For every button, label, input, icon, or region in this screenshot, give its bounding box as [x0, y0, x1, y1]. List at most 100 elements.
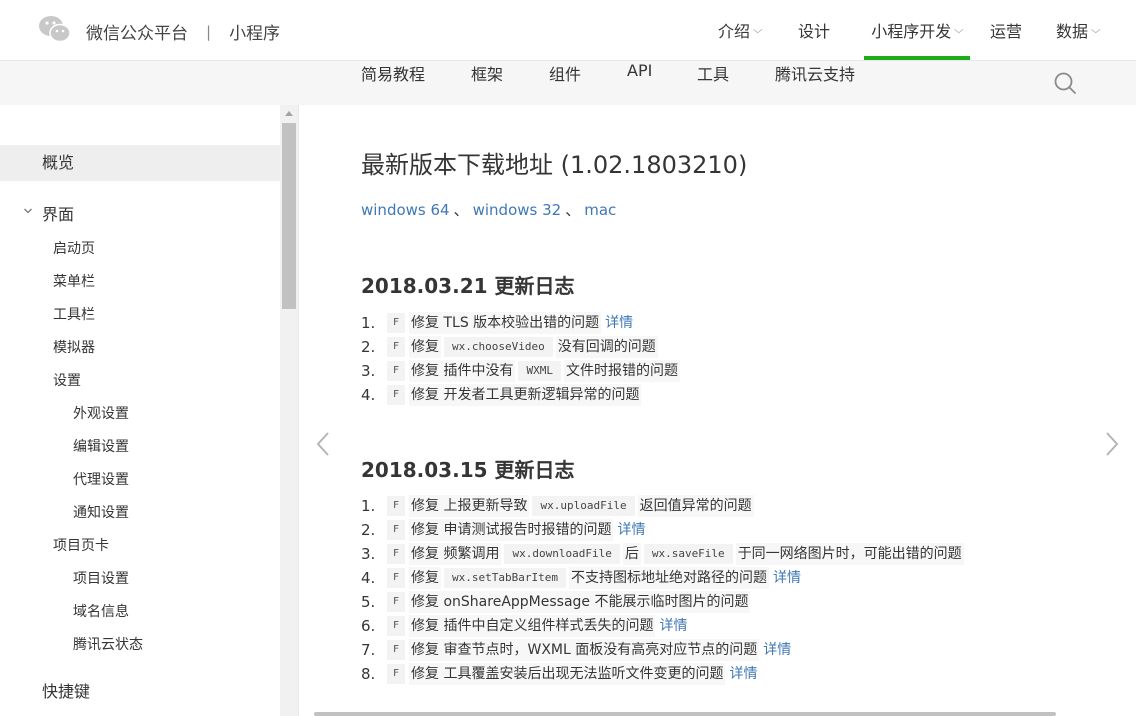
tab-api[interactable]: API: [627, 61, 652, 80]
entry-text: 修复 上报更新导致: [409, 495, 530, 517]
nav-item-label: 设计: [798, 22, 831, 41]
detail-link[interactable]: 详情: [617, 518, 645, 542]
tab-tools[interactable]: 工具: [697, 61, 729, 85]
entry-number: 3.: [361, 545, 376, 563]
fix-tag: F: [387, 544, 406, 564]
sidebar-item-editor[interactable]: 编辑设置: [73, 436, 129, 456]
fix-tag: F: [387, 496, 406, 516]
changelog-entry: 2. F 修复 wx.chooseVideo 没有回调的问题: [361, 335, 680, 359]
sidebar-item-project-settings[interactable]: 项目设置: [73, 568, 129, 588]
sidebar-item-domain-info[interactable]: 域名信息: [73, 601, 129, 621]
entry-number: 5.: [361, 593, 376, 611]
entry-number: 2.: [361, 338, 376, 356]
chevron-right-icon[interactable]: [1104, 431, 1120, 457]
page-title: 最新版本下载地址 (1.02.1803210): [361, 151, 748, 179]
brand-name[interactable]: 微信公众平台: [86, 19, 188, 44]
entry-text: 修复 插件中没有: [409, 360, 516, 382]
product-name[interactable]: 小程序: [229, 19, 280, 44]
tab-components[interactable]: 组件: [549, 61, 581, 85]
brand-separator: |: [206, 22, 212, 41]
nav-item-intro[interactable]: 介绍 ⌵: [718, 0, 768, 60]
changelog-list: 1. F 修复 TLS 版本校验出错的问题 详情 2. F 修复 wx.chooseVideo…: [361, 311, 680, 407]
changelog-entry: 2. F 修复 申请测试报告时报错的问题 详情: [361, 518, 964, 542]
entry-text: 修复: [409, 336, 442, 358]
entry-number: 3.: [361, 362, 376, 380]
entry-text: 修复 TLS 版本校验出错的问题: [409, 312, 602, 334]
detail-link[interactable]: 详情: [659, 614, 687, 638]
detail-link[interactable]: 详情: [605, 311, 633, 335]
sidebar-item-settings[interactable]: 设置: [53, 370, 81, 390]
fix-tag: F: [387, 616, 406, 636]
link-separator: 、: [453, 201, 469, 219]
detail-link[interactable]: 详情: [763, 638, 791, 662]
detail-link[interactable]: 详情: [773, 566, 801, 590]
detail-link[interactable]: 详情: [729, 662, 757, 686]
brand: 微信公众平台 | 小程序: [86, 19, 280, 45]
chevron-down-icon: ⌵: [954, 24, 964, 36]
inline-code: wx.downloadFile: [504, 544, 620, 564]
sidebar-item-launch[interactable]: 启动页: [53, 238, 95, 258]
fix-tag: F: [387, 664, 406, 684]
changelog-entry: 3. F 修复 插件中没有 WXML 文件时报错的问题: [361, 359, 680, 383]
scrollbar-thumb[interactable]: [282, 123, 296, 309]
entry-number: 8.: [361, 665, 376, 683]
tab-framework[interactable]: 框架: [471, 61, 503, 85]
changelog-entry: 1. F 修复 TLS 版本校验出错的问题 详情: [361, 311, 680, 335]
nav-item-dev[interactable]: 小程序开发 ⌵: [864, 0, 970, 60]
sidebar-scrollbar[interactable]: [280, 105, 298, 716]
main-content: 最新版本下载地址 (1.02.1803210) windows 64、 windo…: [299, 105, 1136, 716]
entry-text: 修复 工具覆盖安装后出现无法监听文件变更的问题: [409, 663, 726, 685]
nav-item-ops[interactable]: 运营: [990, 0, 1024, 60]
sidebar-item-cloud-status[interactable]: 腾讯云状态: [73, 634, 143, 654]
sidebar-item-toolbar[interactable]: 工具栏: [53, 304, 95, 324]
sidebar-item-notification[interactable]: 通知设置: [73, 502, 129, 522]
fix-tag: F: [387, 385, 406, 405]
download-windows64-link[interactable]: windows 64: [361, 201, 450, 219]
chevron-down-icon: ⌵: [1090, 24, 1101, 36]
entry-text: 修复 插件中自定义组件样式丢失的问题: [409, 615, 656, 637]
fix-tag: F: [387, 313, 406, 333]
entry-text: 没有回调的问题: [555, 336, 658, 358]
search-icon[interactable]: [1052, 70, 1078, 96]
entry-text: 于同一网络图片时，可能出错的问题: [735, 543, 964, 565]
entry-text: 返回值异常的问题: [637, 495, 754, 517]
sidebar-item-interface[interactable]: 界面: [42, 201, 74, 225]
inline-code: wx.chooseVideo: [444, 337, 553, 357]
nav-item-label: 数据: [1056, 22, 1089, 41]
horizontal-scrollbar[interactable]: [314, 712, 1056, 716]
changelog-list: 1. F 修复 上报更新导致 wx.uploadFile 返回值异常的问题 2. F 修复 申…: [361, 494, 964, 686]
sidebar-item-project-tab[interactable]: 项目页卡: [53, 535, 109, 555]
sidebar-item-overview[interactable]: 概览: [0, 145, 280, 181]
changelog-entry: 6. F 修复 插件中自定义组件样式丢失的问题 详情: [361, 614, 964, 638]
nav-item-data[interactable]: 数据 ⌵: [1056, 0, 1106, 60]
sidebar-item-shortcuts[interactable]: 快捷键: [42, 678, 90, 702]
tab-tencent-cloud[interactable]: 腾讯云支持: [775, 61, 855, 85]
chevron-left-icon[interactable]: [315, 431, 331, 457]
changelog-entry: 1. F 修复 上报更新导致 wx.uploadFile 返回值异常的问题: [361, 494, 964, 518]
scroll-up-icon[interactable]: [285, 111, 293, 116]
download-mac-link[interactable]: mac: [584, 201, 616, 219]
entry-number: 4.: [361, 569, 376, 587]
tab-tutorial[interactable]: 简易教程: [361, 61, 425, 85]
fix-tag: F: [387, 592, 406, 612]
entry-text: 修复 onShareAppMessage 不能展示临时图片的问题: [409, 591, 751, 613]
download-windows32-link[interactable]: windows 32: [473, 201, 562, 219]
fix-tag: F: [387, 337, 406, 357]
entry-text: 修复: [409, 567, 442, 589]
sidebar-item-proxy[interactable]: 代理设置: [73, 469, 129, 489]
changelog-entry: 8. F 修复 工具覆盖安装后出现无法监听文件变更的问题 详情: [361, 662, 964, 686]
download-links: windows 64、 windows 32、 mac: [361, 199, 616, 220]
section-heading: 2018.03.21 更新日志: [361, 274, 575, 298]
chevron-down-icon[interactable]: [23, 206, 33, 216]
nav-item-design[interactable]: 设计: [798, 0, 832, 60]
fix-tag: F: [387, 568, 406, 588]
sidebar: 概览 界面 启动页 菜单栏 工具栏 模拟器 设置 外观设置 编辑设置 代理设置 …: [0, 105, 280, 716]
sidebar-item-appearance[interactable]: 外观设置: [73, 403, 129, 423]
changelog-entry: 7. F 修复 审查节点时，WXML 面板没有高亮对应节点的问题 详情: [361, 638, 964, 662]
entry-text: 修复 开发者工具更新逻辑异常的问题: [409, 384, 642, 406]
entry-number: 1.: [361, 314, 376, 332]
wechat-logo-icon[interactable]: [38, 14, 72, 44]
sidebar-item-menubar[interactable]: 菜单栏: [53, 271, 95, 291]
section-heading: 2018.03.15 更新日志: [361, 458, 575, 482]
sidebar-item-simulator[interactable]: 模拟器: [53, 337, 95, 357]
